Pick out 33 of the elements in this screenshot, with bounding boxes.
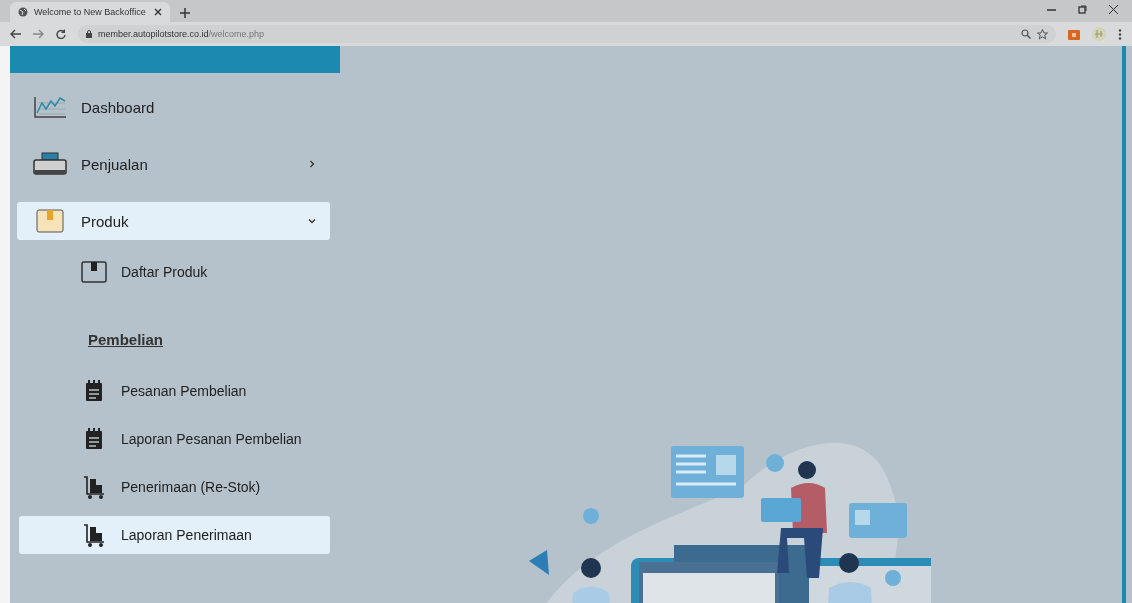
new-tab-icon[interactable]	[180, 8, 190, 18]
menu-item[interactable]: Laporan Pesanan Pembelian	[19, 420, 330, 458]
close-icon[interactable]	[1109, 4, 1118, 14]
globe-icon	[18, 7, 28, 17]
address-bar[interactable]: member.autopilotstore.co.id/welcome.php	[78, 25, 1056, 43]
more-icon[interactable]	[1118, 28, 1122, 40]
menu-item[interactable]: Daftar Produk	[19, 253, 327, 291]
cash-register-icon	[33, 152, 67, 176]
box-icon	[81, 261, 107, 283]
menu-item[interactable]: Penerimaan (Re-Stok)	[19, 468, 330, 506]
url-text: member.autopilotstore.co.id/welcome.php	[98, 29, 265, 39]
box-icon	[36, 209, 64, 233]
back-icon[interactable]	[10, 29, 21, 39]
tab-title: Welcome to New Backoffice	[34, 7, 147, 17]
line-chart-icon	[33, 95, 67, 119]
reload-icon[interactable]	[56, 29, 66, 39]
menu-item[interactable]: Produk	[17, 202, 330, 240]
close-icon[interactable]	[154, 8, 162, 16]
notepad-icon	[85, 380, 103, 402]
cart-icon	[83, 523, 105, 547]
menu-item[interactable]: Pesanan Pembelian	[19, 372, 330, 410]
menu-item[interactable]: Penjualan	[17, 145, 330, 183]
restore-icon[interactable]	[1078, 4, 1087, 14]
zoom-icon[interactable]	[1021, 29, 1031, 39]
lock-icon	[86, 30, 92, 38]
cart-icon	[83, 475, 105, 499]
forward-icon[interactable]	[33, 29, 44, 39]
section-heading: Pembelian	[88, 331, 164, 348]
star-icon[interactable]	[1037, 28, 1048, 40]
browser-tab[interactable]: Welcome to New Backoffice	[10, 2, 170, 22]
notepad-icon	[85, 428, 103, 450]
menu-item[interactable]: Laporan Penerimaan	[19, 516, 330, 554]
menu-item[interactable]: Dashboard	[17, 88, 330, 126]
